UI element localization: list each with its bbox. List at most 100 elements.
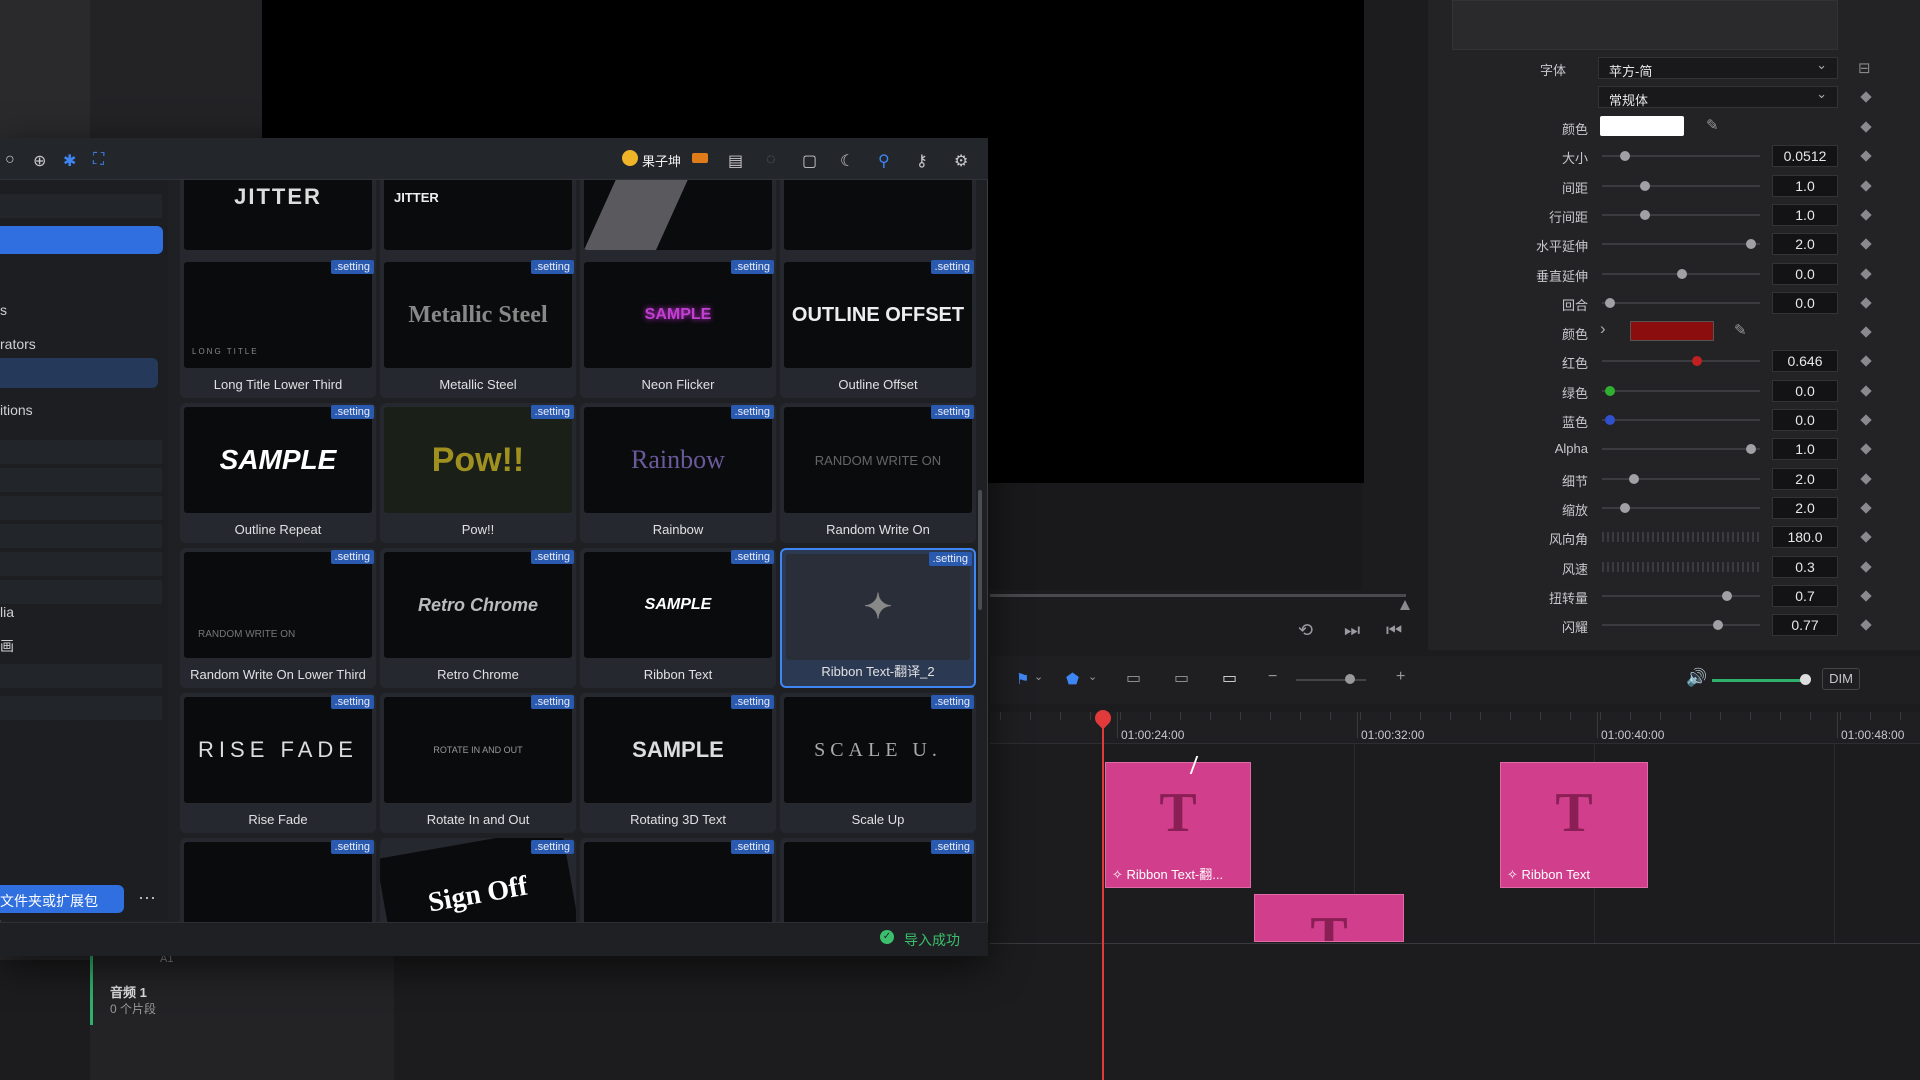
scrubber-knob[interactable] (1400, 600, 1410, 610)
param-slider[interactable] (1602, 297, 1760, 308)
param-slider[interactable] (1602, 561, 1760, 572)
param-slider[interactable] (1602, 473, 1760, 484)
slider-knob[interactable] (1677, 268, 1687, 279)
next-frame-icon[interactable]: ⏭ (1344, 620, 1360, 641)
param-value[interactable]: 0.77 (1772, 614, 1838, 637)
chevron-right-icon[interactable]: › (1600, 319, 1606, 339)
param-slider[interactable] (1602, 239, 1760, 250)
add-folder-button[interactable]: 文件夹或扩展包 (0, 885, 124, 913)
store-icon[interactable]: ▤ (728, 151, 743, 171)
more-button[interactable]: ··· (138, 887, 156, 908)
sidebar-item[interactable]: 画 (0, 630, 162, 656)
slider-knob[interactable] (1605, 385, 1615, 396)
zoom-in-icon[interactable]: + (1396, 668, 1405, 686)
marker-icon[interactable]: ⬟ (1066, 670, 1079, 688)
param-slider[interactable] (1602, 356, 1760, 367)
param-slider[interactable] (1602, 209, 1760, 220)
dim-button[interactable]: DIM (1822, 668, 1860, 690)
sidebar-row[interactable] (0, 194, 162, 218)
param-slider[interactable] (1602, 180, 1760, 191)
template-card[interactable]: SAMPLE .setting Neon Flicker (580, 258, 776, 398)
sidebar-item-selected[interactable] (0, 358, 158, 388)
template-card[interactable]: LONG TITLE .setting Long Title Lower Third (180, 258, 376, 398)
param-slider[interactable] (1602, 151, 1760, 162)
volume-icon[interactable]: 🔊 (1686, 668, 1707, 688)
zoom-out-icon[interactable]: − (1268, 668, 1277, 686)
template-card[interactable]: ROTATE IN AND OUT .setting Rotate In and O… (380, 693, 576, 833)
key-icon[interactable]: ⚷ (916, 151, 928, 171)
zoom-custom-icon[interactable]: ▭ (1222, 668, 1237, 688)
clip-partial[interactable]: T (1254, 894, 1404, 942)
user-icon[interactable]: ⊕ (33, 151, 46, 171)
param-value[interactable]: 1.0 (1772, 174, 1838, 197)
param-value[interactable]: 0.3 (1772, 555, 1838, 578)
slider-knob[interactable] (1605, 415, 1615, 425)
font-family-dropdown[interactable]: 苹方-简 (1598, 57, 1838, 79)
zoom-slider[interactable] (1296, 679, 1366, 681)
scrollbar[interactable] (978, 490, 982, 610)
param-value[interactable]: 1.0 (1772, 203, 1838, 226)
prev-frame-icon[interactable]: ⏮ (1386, 620, 1402, 641)
circle-icon[interactable]: ○ (5, 151, 15, 169)
flag-icon[interactable]: ⚑ (1016, 670, 1029, 688)
param-value[interactable]: 0.646 (1772, 350, 1838, 373)
sidebar-item-active[interactable] (0, 226, 163, 254)
text-color-swatch[interactable] (1600, 116, 1684, 136)
playhead-line[interactable] (1102, 714, 1104, 1080)
screenshot-icon[interactable]: ⛶ (93, 151, 104, 169)
slider-knob[interactable] (1639, 180, 1650, 191)
slider-knob[interactable] (1722, 590, 1732, 601)
template-card[interactable]: .setting (580, 838, 776, 922)
param-value[interactable]: 0.0 (1772, 291, 1838, 314)
slider-knob[interactable] (1605, 297, 1615, 308)
template-card[interactable]: ✦ .setting Ribbon Text-翻译_2 (780, 548, 976, 688)
slider-knob[interactable] (1620, 502, 1630, 513)
chevron-down-icon[interactable]: ⌄ (1088, 670, 1097, 683)
gear-icon[interactable]: ⚙ (954, 151, 968, 171)
template-card[interactable]: SIMPLE BOX.setting (780, 838, 976, 922)
shadow-color-swatch[interactable] (1630, 321, 1714, 342)
message-icon[interactable]: ▢ (802, 151, 817, 171)
eyedropper-icon[interactable]: ✎ (1734, 321, 1747, 339)
param-value[interactable]: 0.0512 (1772, 145, 1838, 168)
lightbulb-icon[interactable]: ◌ (766, 151, 776, 169)
param-slider[interactable] (1602, 590, 1760, 601)
chevron-down-icon[interactable]: ⌄ (1034, 670, 1043, 683)
param-value[interactable]: 2.0 (1772, 467, 1838, 490)
zoom-full-icon[interactable]: ▭ (1126, 668, 1141, 688)
clip-ribbon-text-translated[interactable]: T ✧ Ribbon Text-翻... (1105, 762, 1251, 888)
slider-knob[interactable] (1629, 473, 1639, 484)
sidebar-item[interactable]: itions (0, 396, 162, 422)
viewer-scrubber[interactable] (990, 594, 1406, 597)
template-card[interactable]: SAMPLE .setting Ribbon Text (580, 548, 776, 688)
template-card[interactable]: Rainbow .setting Rainbow (580, 403, 776, 543)
template-card[interactable]: Metallic Steel .setting Metallic Steel (380, 258, 576, 398)
param-slider[interactable] (1602, 268, 1760, 279)
loop-icon[interactable]: ⟲ (1298, 620, 1313, 641)
param-slider[interactable] (1602, 444, 1760, 455)
param-value[interactable]: 0.0 (1772, 409, 1838, 431)
eyedropper-icon[interactable]: ✎ (1706, 116, 1719, 134)
user-name[interactable]: 果子坤 (642, 151, 681, 170)
template-card[interactable]: SAMPLE .setting Rotating 3D Text (580, 693, 776, 833)
slider-knob[interactable] (1639, 209, 1650, 220)
template-card[interactable]: SCALE U. .setting Scale Up (780, 693, 976, 833)
param-slider[interactable] (1602, 415, 1760, 425)
param-slider[interactable] (1602, 620, 1760, 631)
sidebar-item[interactable]: rators (0, 330, 162, 356)
moon-icon[interactable]: ☾ (840, 151, 854, 171)
template-card[interactable]: Sign Off .setting (380, 838, 576, 922)
param-value[interactable]: 2.0 (1772, 496, 1838, 519)
param-slider[interactable] (1602, 532, 1760, 543)
clip-ribbon-text[interactable]: T ✧ Ribbon Text (1500, 762, 1648, 888)
plugin-logo-icon[interactable]: ✱ (63, 151, 76, 171)
template-card[interactable]: RISE FADE .setting Rise Fade (180, 693, 376, 833)
param-slider[interactable] (1602, 385, 1760, 396)
template-card[interactable]: RANDOM WRITE ON .setting Random Write On (780, 403, 976, 543)
template-card[interactable]: RANDOM WRITE ON .setting Random Write On L… (180, 548, 376, 688)
volume-slider[interactable] (1712, 679, 1804, 682)
param-value[interactable]: 0.0 (1772, 379, 1838, 402)
param-value[interactable]: 0.0 (1772, 262, 1838, 285)
template-card[interactable]: Retro Chrome .setting Retro Chrome (380, 548, 576, 688)
param-value[interactable]: 1.0 (1772, 438, 1838, 461)
